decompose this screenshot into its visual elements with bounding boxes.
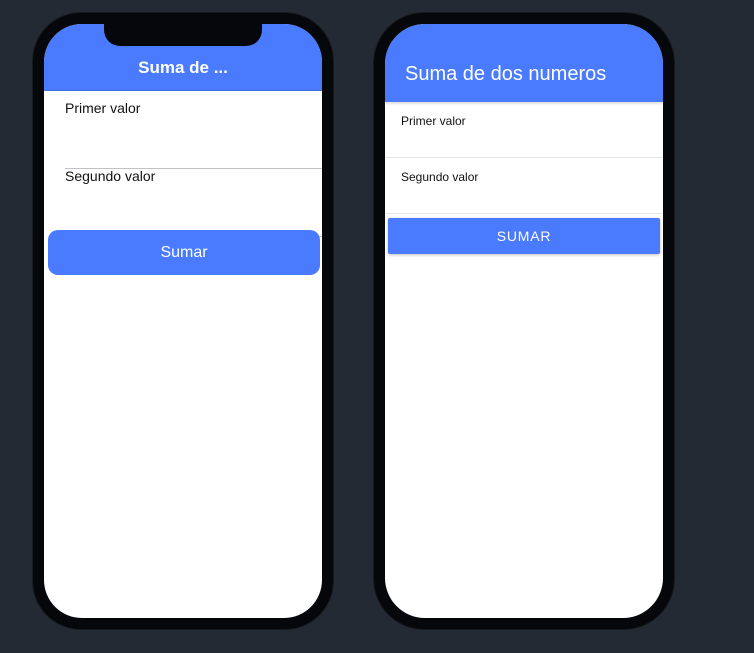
android-sum-button[interactable]: SUMAR: [388, 218, 660, 254]
android-status-bar: [385, 24, 663, 44]
ios-second-value-label: Segundo valor: [65, 168, 156, 184]
android-second-value-label: Segundo valor: [401, 170, 479, 184]
android-second-value-underline: [385, 213, 663, 214]
android-first-value-label: Primer valor: [401, 114, 466, 128]
ios-first-value-label: Primer valor: [65, 100, 141, 116]
ios-second-value-field[interactable]: Segundo valor: [65, 169, 322, 237]
ios-device-frame: Suma de ... Primer valor Segundo valor S…: [33, 13, 333, 629]
ios-screen: Suma de ... Primer valor Segundo valor S…: [44, 24, 322, 618]
ios-sum-button[interactable]: Sumar: [48, 230, 320, 275]
android-device-frame: Suma de dos numeros Primer valor Segundo…: [374, 13, 674, 629]
iphone-notch: [104, 24, 262, 46]
android-second-value-field[interactable]: Segundo valor: [385, 158, 663, 214]
android-app-header: Suma de dos numeros: [385, 24, 663, 102]
android-first-value-field[interactable]: Primer valor: [385, 102, 663, 158]
android-screen: Suma de dos numeros Primer valor Segundo…: [385, 24, 663, 618]
ios-first-value-field[interactable]: Primer valor: [65, 101, 322, 169]
android-app-title: Suma de dos numeros: [405, 63, 607, 85]
preview-stage: Suma de ... Primer valor Segundo valor S…: [0, 0, 754, 653]
ios-app-title: Suma de ...: [138, 58, 228, 77]
